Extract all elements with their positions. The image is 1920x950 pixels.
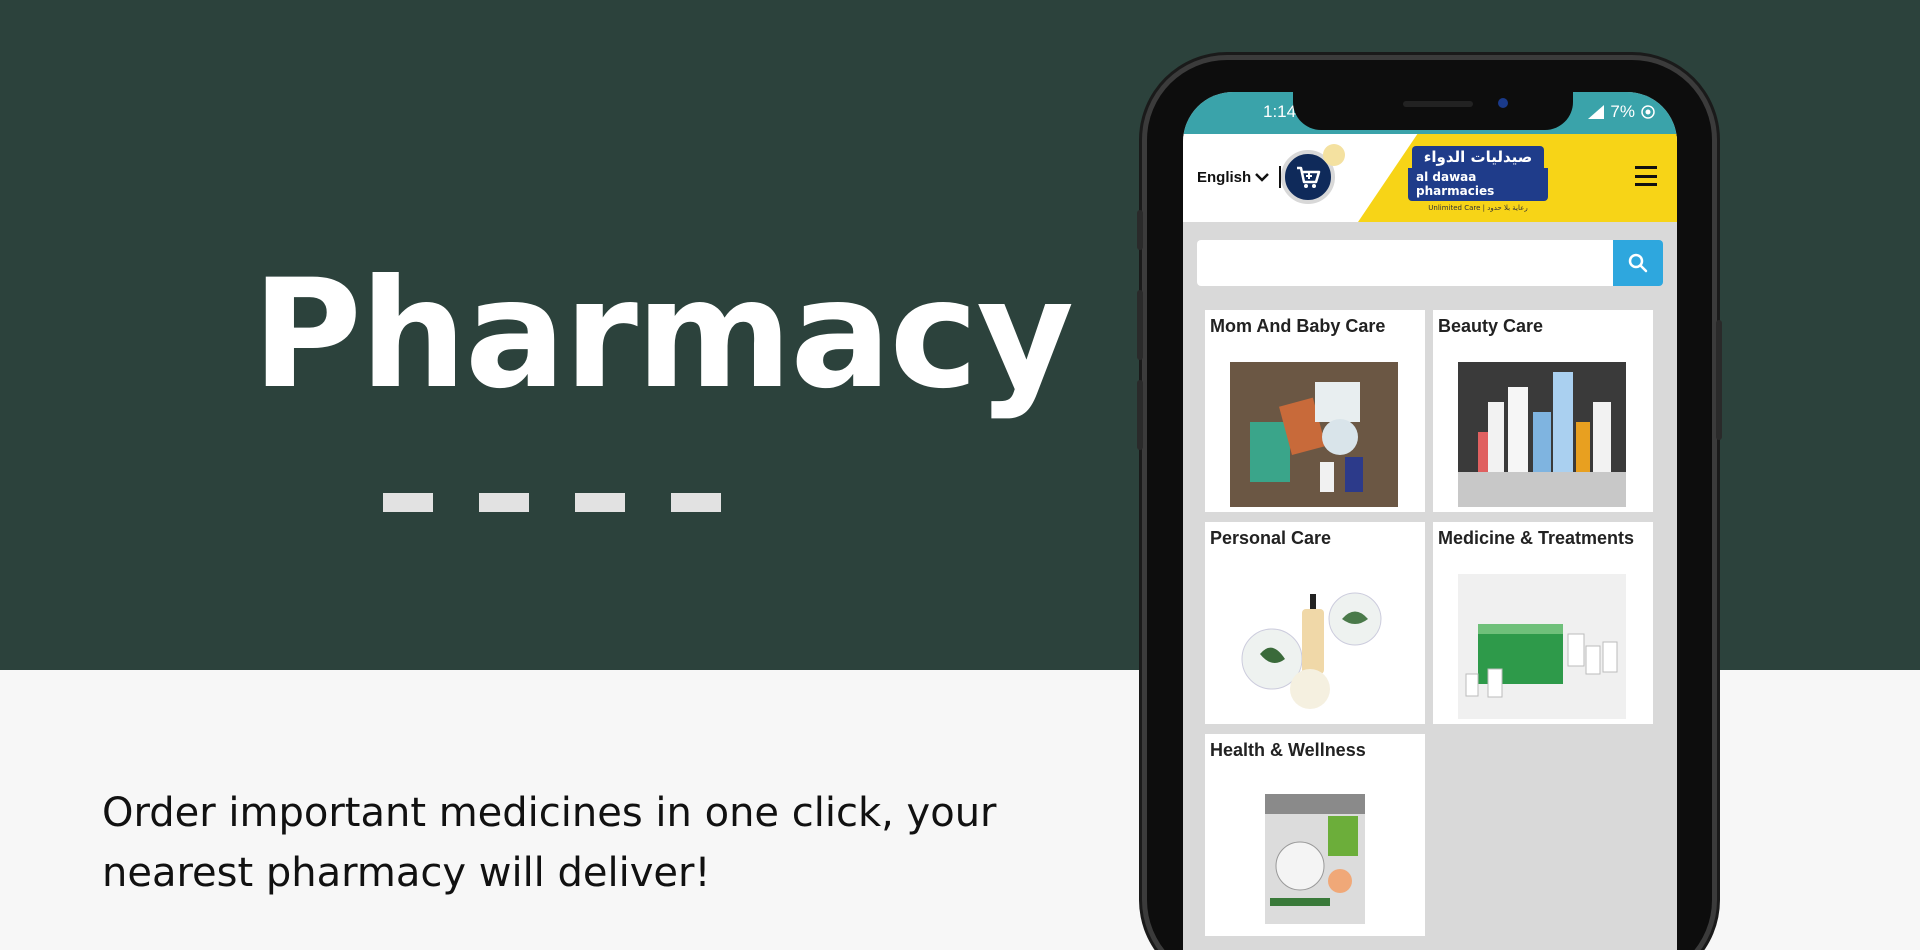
logo-english: al dawaa pharmacies [1408, 168, 1548, 201]
category-card-personal-care[interactable]: Personal Care [1205, 522, 1425, 724]
language-selector[interactable]: English [1197, 166, 1282, 188]
battery-saver-icon [1641, 105, 1655, 119]
search-icon [1628, 253, 1648, 273]
search-bar [1197, 240, 1663, 286]
phone-power-button [1716, 320, 1722, 440]
category-title: Health & Wellness [1210, 740, 1366, 760]
phone-notch [1293, 92, 1573, 130]
mom-baby-products-image [1230, 362, 1398, 507]
phone-volume-up [1137, 290, 1143, 360]
hamburger-menu-icon[interactable] [1635, 166, 1657, 186]
dash [575, 493, 625, 512]
tagline-line-2: nearest pharmacy will deliver! [102, 850, 711, 896]
phone-volume-down [1137, 380, 1143, 450]
dash [479, 493, 529, 512]
cart-icon [1297, 166, 1321, 188]
logo-tagline: Unlimited Care | رعاية بلا حدود [1428, 204, 1528, 212]
status-time: 1:14 [1263, 102, 1297, 121]
search-button[interactable] [1613, 240, 1663, 286]
personal-care-image [1230, 574, 1398, 719]
status-indicators: 7% [1588, 102, 1655, 122]
hero-title: Pharmacy [252, 248, 1074, 422]
category-grid: Mom And Baby Care Beauty Care Personal C… [1205, 310, 1653, 936]
phone-screen: 1:14 7% English صيدليات الدواء al dawaa … [1183, 92, 1677, 950]
dash [383, 493, 433, 512]
language-label: English [1197, 168, 1252, 186]
category-card-mom-and-baby-care[interactable]: Mom And Baby Care [1205, 310, 1425, 512]
category-title: Personal Care [1210, 528, 1332, 548]
phone-side-button [1137, 210, 1143, 250]
category-title: Medicine & Treatments [1438, 528, 1635, 548]
category-card-beauty-care[interactable]: Beauty Care [1433, 310, 1653, 512]
medicine-products-image [1458, 574, 1626, 719]
speaker [1403, 101, 1473, 107]
brand-logo[interactable]: صيدليات الدواء al dawaa pharmacies Unlim… [1408, 146, 1548, 212]
hero-tagline: Order important medicines in one click, … [102, 783, 1002, 903]
tagline-line-1: Order important medicines in one click, … [102, 790, 997, 836]
battery-percent: 7% [1610, 102, 1635, 121]
cart-badge [1323, 144, 1345, 166]
category-title: Beauty Care [1438, 316, 1544, 336]
signal-icon [1588, 105, 1605, 119]
phone-mockup: 1:14 7% English صيدليات الدواء al dawaa … [1137, 60, 1722, 950]
camera-icon [1498, 98, 1508, 108]
hero-dashes [383, 493, 721, 512]
category-card-medicine-and-treatments[interactable]: Medicine & Treatments [1433, 522, 1653, 724]
chevron-down-icon [1255, 173, 1270, 182]
category-title: Mom And Baby Care [1210, 316, 1386, 336]
logo-arabic: صيدليات الدواء [1411, 146, 1545, 168]
search-input[interactable] [1197, 240, 1613, 286]
category-card-health-and-wellness[interactable]: Health & Wellness [1205, 734, 1425, 936]
app-header: English صيدليات الدواء al dawaa pharmaci… [1183, 134, 1677, 222]
beauty-products-image [1458, 362, 1626, 507]
dash [671, 493, 721, 512]
health-wellness-image [1230, 786, 1398, 931]
status-bar: 1:14 7% [1183, 92, 1677, 134]
